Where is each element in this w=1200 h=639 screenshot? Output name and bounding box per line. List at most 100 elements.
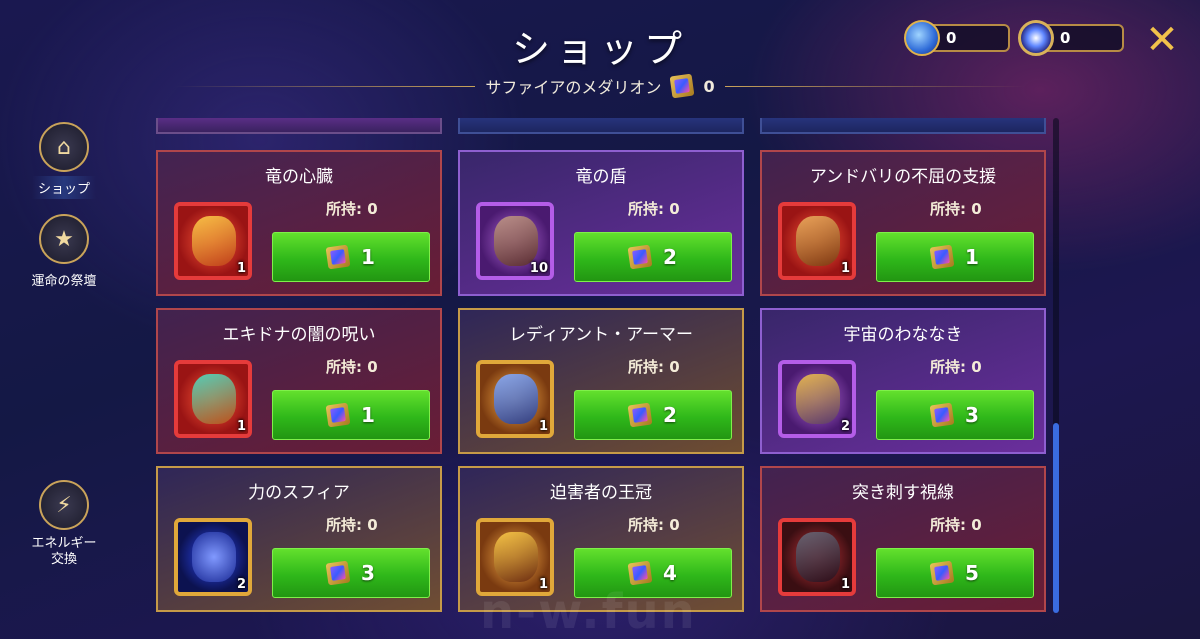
item-art xyxy=(796,216,840,266)
buy-button[interactable]: 3 xyxy=(876,390,1034,440)
owned-label: 所持: xyxy=(326,200,362,218)
previous-row-edge xyxy=(156,118,1046,134)
buy-button[interactable]: 1 xyxy=(876,232,1034,282)
item-art xyxy=(494,374,538,424)
shop-item-card[interactable]: アンドバリの不屈の支援 所持: 0 1 1 xyxy=(760,150,1046,296)
sidebar-item-altar[interactable]: ★ 運命の祭壇 xyxy=(14,214,114,291)
medallion-header: サファイアのメダリオン 0 xyxy=(0,73,1200,99)
item-quantity: 1 xyxy=(538,419,548,434)
card-edge xyxy=(156,118,442,134)
owned-count: 所持: 0 xyxy=(628,356,680,377)
item-icon[interactable]: 1 xyxy=(174,360,252,438)
owned-value: 0 xyxy=(669,516,680,534)
item-name: 竜の盾 xyxy=(575,167,627,187)
item-quantity: 10 xyxy=(529,261,548,276)
close-icon[interactable]: ✕ xyxy=(1142,20,1182,60)
item-art xyxy=(192,374,236,424)
buy-button[interactable]: 3 xyxy=(272,548,430,598)
sapphire-medallion-icon xyxy=(929,560,955,586)
owned-count: 所持: 0 xyxy=(930,514,982,535)
price: 3 xyxy=(361,561,375,585)
scrollbar[interactable] xyxy=(1053,118,1059,613)
watermark: n-w.fun xyxy=(480,584,697,639)
owned-value: 0 xyxy=(971,358,982,376)
item-icon[interactable]: 1 xyxy=(476,360,554,438)
star-badge-icon: ★ xyxy=(39,214,89,264)
item-icon[interactable]: 10 xyxy=(476,202,554,280)
divider-right xyxy=(724,85,1025,87)
price: 1 xyxy=(361,403,375,427)
item-icon[interactable]: 2 xyxy=(778,360,856,438)
price: 3 xyxy=(965,403,979,427)
shop-item-card[interactable]: レディアント・アーマー所持: 0 1 2 xyxy=(458,308,744,454)
owned-value: 0 xyxy=(669,358,680,376)
price: 2 xyxy=(663,245,677,269)
item-icon[interactable]: 2 xyxy=(174,518,252,596)
medallion-name: サファイアのメダリオン xyxy=(485,78,662,97)
owned-label: 所持: xyxy=(326,516,362,534)
energy-crystal-icon xyxy=(904,20,940,56)
price: 1 xyxy=(361,245,375,269)
owned-value: 0 xyxy=(367,358,378,376)
shop-item-card[interactable]: 竜の盾 所持: 0 10 2 xyxy=(458,150,744,296)
item-icon[interactable]: 1 xyxy=(174,202,252,280)
item-icon[interactable]: 1 xyxy=(778,202,856,280)
item-art xyxy=(192,532,236,582)
price: 1 xyxy=(965,245,979,269)
buy-button[interactable]: 1 xyxy=(272,232,430,282)
buy-button[interactable]: 2 xyxy=(574,232,732,282)
shop-item-card[interactable]: エキドナの闇の呪い所持: 0 1 1 xyxy=(156,308,442,454)
card-edge xyxy=(760,118,1046,134)
sidebar-item-label: エネルギー 交換 xyxy=(31,536,97,567)
owned-count: 所持: 0 xyxy=(930,198,982,219)
divider-left xyxy=(175,85,476,87)
price: 5 xyxy=(965,561,979,585)
sapphire-medallion-icon xyxy=(929,402,955,428)
emblem-value: 0 xyxy=(1060,29,1071,47)
energy-value: 0 xyxy=(946,29,957,47)
sidebar-item-shop[interactable]: ⌂ ショップ xyxy=(14,122,114,199)
item-name: エキドナの闇の呪い xyxy=(222,325,376,345)
item-art xyxy=(192,216,236,266)
item-name: レディアント・アーマー xyxy=(508,325,694,345)
emblem-currency[interactable]: 0 xyxy=(1018,20,1124,56)
sapphire-medallion-icon xyxy=(670,73,695,99)
item-quantity: 1 xyxy=(236,419,246,434)
item-quantity: 1 xyxy=(840,261,850,276)
buy-button[interactable]: 1 xyxy=(272,390,430,440)
item-quantity: 1 xyxy=(236,261,246,276)
item-quantity: 2 xyxy=(840,419,850,434)
scrollbar-thumb[interactable] xyxy=(1053,423,1059,613)
item-name: 竜の心臓 xyxy=(265,167,333,187)
shop-item-card[interactable]: 力のスフィア 所持: 0 2 3 xyxy=(156,466,442,612)
sapphire-medallion-icon xyxy=(325,560,351,586)
owned-count: 所持: 0 xyxy=(326,356,378,377)
sapphire-medallion-icon xyxy=(627,402,653,428)
owned-label: 所持: xyxy=(628,200,664,218)
sidebar-item-energy-exchange[interactable]: ⚡ エネルギー 交換 xyxy=(14,480,114,570)
sidebar-item-label: ショップ xyxy=(31,176,96,199)
shop-item-card[interactable]: 突き刺す視線 所持: 0 1 5 xyxy=(760,466,1046,612)
price: 2 xyxy=(663,403,677,427)
owned-label: 所持: xyxy=(326,358,362,376)
owned-count: 所持: 0 xyxy=(628,198,680,219)
item-icon[interactable]: 1 xyxy=(778,518,856,596)
energy-currency[interactable]: 0 xyxy=(904,20,1010,56)
sapphire-medallion-icon xyxy=(627,560,653,586)
owned-count: 所持: 0 xyxy=(326,198,378,219)
owned-label: 所持: xyxy=(930,358,966,376)
buy-button[interactable]: 5 xyxy=(876,548,1034,598)
buy-button[interactable]: 2 xyxy=(574,390,732,440)
owned-count: 所持: 0 xyxy=(930,356,982,377)
shop-item-card[interactable]: 宇宙のわななき 所持: 0 2 3 xyxy=(760,308,1046,454)
card-edge xyxy=(458,118,744,134)
item-name: 力のスフィア xyxy=(248,483,350,503)
star-emblem-icon xyxy=(1018,20,1054,56)
owned-value: 0 xyxy=(669,200,680,218)
item-art xyxy=(796,374,840,424)
shop-grid[interactable]: 竜の心臓 所持: 0 1 1 竜の盾 所持: 0 10 2 アンドバリの不屈の支援 所持: 011… xyxy=(156,118,1046,613)
owned-value: 0 xyxy=(367,200,378,218)
shop-item-card[interactable]: 竜の心臓所持: 0 1 1 xyxy=(156,150,442,296)
item-art xyxy=(796,532,840,582)
sapphire-medallion-icon xyxy=(627,244,653,270)
